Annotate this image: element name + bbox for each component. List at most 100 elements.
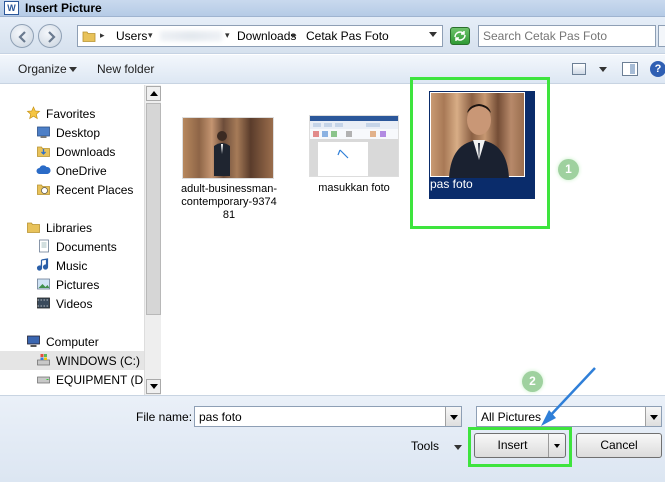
- blurred-username-crumb[interactable]: [160, 31, 222, 41]
- windows-drive-icon: [37, 354, 50, 366]
- nav-favorites[interactable]: Favorites: [0, 104, 144, 123]
- drive-icon: [37, 376, 50, 384]
- file-name-field[interactable]: [194, 406, 462, 427]
- nav-drive-c[interactable]: WINDOWS (C:): [0, 351, 144, 370]
- tools-chevron-icon[interactable]: [454, 445, 462, 450]
- nav-favorites-label: Favorites: [46, 107, 96, 121]
- nav-pictures-label: Pictures: [56, 278, 100, 292]
- caption-line: adult-businessman-: [181, 183, 277, 195]
- nav-computer-label: Computer: [46, 335, 99, 349]
- organize-menu[interactable]: Organize: [18, 62, 67, 76]
- nav-libraries[interactable]: Libraries: [0, 218, 144, 237]
- caption-line: contemporary-9374: [181, 196, 277, 208]
- file-name-dropdown-icon[interactable]: [445, 407, 461, 426]
- file-type-select[interactable]: All Pictures: [476, 406, 662, 427]
- libraries-icon: [27, 222, 40, 233]
- computer-icon: [27, 335, 40, 347]
- highlight-box-insert-button: [468, 427, 572, 467]
- step-1-badge: 1: [558, 159, 579, 180]
- change-view-icon[interactable]: [572, 63, 586, 75]
- nav-scrollbar[interactable]: [144, 85, 161, 395]
- nav-recent-places-label: Recent Places: [56, 183, 134, 197]
- breadcrumb-cetak-pas-foto[interactable]: Cetak Pas Foto: [306, 29, 389, 43]
- file-caption: adult-businessman- contemporary-9374 81: [178, 183, 280, 222]
- forward-arrow-icon: [48, 31, 56, 43]
- scroll-up-button[interactable]: [146, 86, 161, 101]
- nav-computer[interactable]: Computer: [0, 332, 144, 351]
- nav-drive-c-label: WINDOWS (C:): [56, 354, 140, 368]
- organize-chevron-icon[interactable]: [69, 67, 77, 72]
- downloads-folder-icon: [37, 146, 50, 157]
- file-list: adult-businessman- contemporary-9374 81: [162, 77, 665, 395]
- breadcrumb-chevron-icon[interactable]: ▸: [292, 30, 297, 41]
- nav-onedrive-label: OneDrive: [56, 164, 107, 178]
- word-screenshot-icon: [310, 116, 398, 176]
- person-silhouette-icon: [214, 131, 230, 176]
- breadcrumb-chevron-icon[interactable]: ▾: [148, 30, 153, 41]
- back-arrow-icon: [18, 31, 26, 43]
- breadcrumb-separator-icon: ▸: [100, 30, 105, 40]
- nav-drive-d[interactable]: EQUIPMENT (D:): [0, 370, 144, 389]
- new-folder-button[interactable]: New folder: [97, 62, 154, 76]
- address-row: ▸ Users ▾ ▾ Downloads ▸ Cetak Pas Foto: [0, 17, 665, 54]
- highlight-box-selected-file: [410, 77, 550, 229]
- music-icon: [36, 258, 49, 271]
- breadcrumb-downloads[interactable]: Downloads: [237, 29, 296, 43]
- scroll-thumb[interactable]: [146, 103, 161, 315]
- nav-downloads-label: Downloads: [56, 145, 116, 159]
- scroll-down-button[interactable]: [146, 379, 161, 394]
- file-item-adult-businessman[interactable]: adult-businessman- contemporary-9374 81: [178, 115, 280, 225]
- nav-onedrive[interactable]: OneDrive: [0, 161, 144, 180]
- file-name-input[interactable]: [199, 408, 449, 425]
- caption-line: 81: [222, 209, 236, 221]
- word-app-icon: W: [4, 1, 19, 15]
- photo-businessman-icon: [182, 117, 274, 179]
- folder-icon: [82, 31, 96, 42]
- desktop-icon: [37, 126, 50, 138]
- back-button[interactable]: [10, 24, 34, 48]
- preview-pane-icon[interactable]: [622, 62, 638, 76]
- nav-desktop[interactable]: Desktop: [0, 123, 144, 142]
- recent-places-icon: [37, 184, 50, 195]
- nav-documents-label: Documents: [56, 240, 117, 254]
- view-options-chevron-icon[interactable]: [599, 67, 607, 72]
- window-title: Insert Picture: [25, 1, 102, 15]
- help-icon[interactable]: ?: [650, 61, 665, 77]
- search-field[interactable]: [478, 25, 656, 47]
- star-icon: [26, 106, 41, 120]
- nav-pictures[interactable]: Pictures: [0, 275, 144, 294]
- tools-menu[interactable]: Tools: [411, 439, 439, 453]
- file-type-value: All Pictures: [481, 410, 542, 424]
- nav-videos-label: Videos: [56, 297, 93, 311]
- nav-documents[interactable]: Documents: [0, 237, 144, 256]
- cancel-button[interactable]: Cancel: [576, 433, 662, 458]
- file-type-dropdown-icon[interactable]: [645, 407, 661, 426]
- breadcrumb-users[interactable]: Users: [116, 29, 147, 43]
- nav-downloads[interactable]: Downloads: [0, 142, 144, 161]
- nav-libraries-label: Libraries: [46, 221, 93, 235]
- nav-videos[interactable]: Videos: [0, 294, 144, 313]
- file-caption: masukkan foto: [305, 182, 403, 195]
- caption-line: masukkan foto: [318, 182, 390, 194]
- address-bar[interactable]: ▸ Users ▾ ▾ Downloads ▸ Cetak Pas Foto: [77, 25, 443, 47]
- scroll-up-icon: [150, 91, 158, 96]
- scroll-down-icon: [150, 384, 158, 389]
- nav-drive-d-label: EQUIPMENT (D:): [56, 373, 144, 387]
- nav-desktop-label: Desktop: [56, 126, 101, 140]
- file-item-masukkan-foto[interactable]: masukkan foto: [305, 115, 403, 195]
- refresh-button[interactable]: [450, 27, 470, 45]
- step-2-badge: 2: [522, 371, 543, 392]
- address-dropdown-icon[interactable]: [429, 32, 437, 37]
- title-bar: W Insert Picture: [0, 0, 665, 17]
- search-input[interactable]: [483, 27, 653, 45]
- nav-music[interactable]: Music: [0, 256, 144, 275]
- command-toolbar: Organize New folder ?: [0, 55, 665, 84]
- search-button[interactable]: [658, 25, 665, 47]
- nav-music-label: Music: [56, 259, 88, 273]
- dialog-footer: File name: All Pictures Tools Insert Can…: [0, 371, 665, 482]
- forward-button[interactable]: [38, 24, 62, 48]
- screenshot-thumbnail-icon: [309, 115, 399, 177]
- nav-recent-places[interactable]: Recent Places: [0, 180, 144, 199]
- cloud-icon: [36, 165, 51, 174]
- breadcrumb-chevron-icon[interactable]: ▾: [225, 30, 230, 41]
